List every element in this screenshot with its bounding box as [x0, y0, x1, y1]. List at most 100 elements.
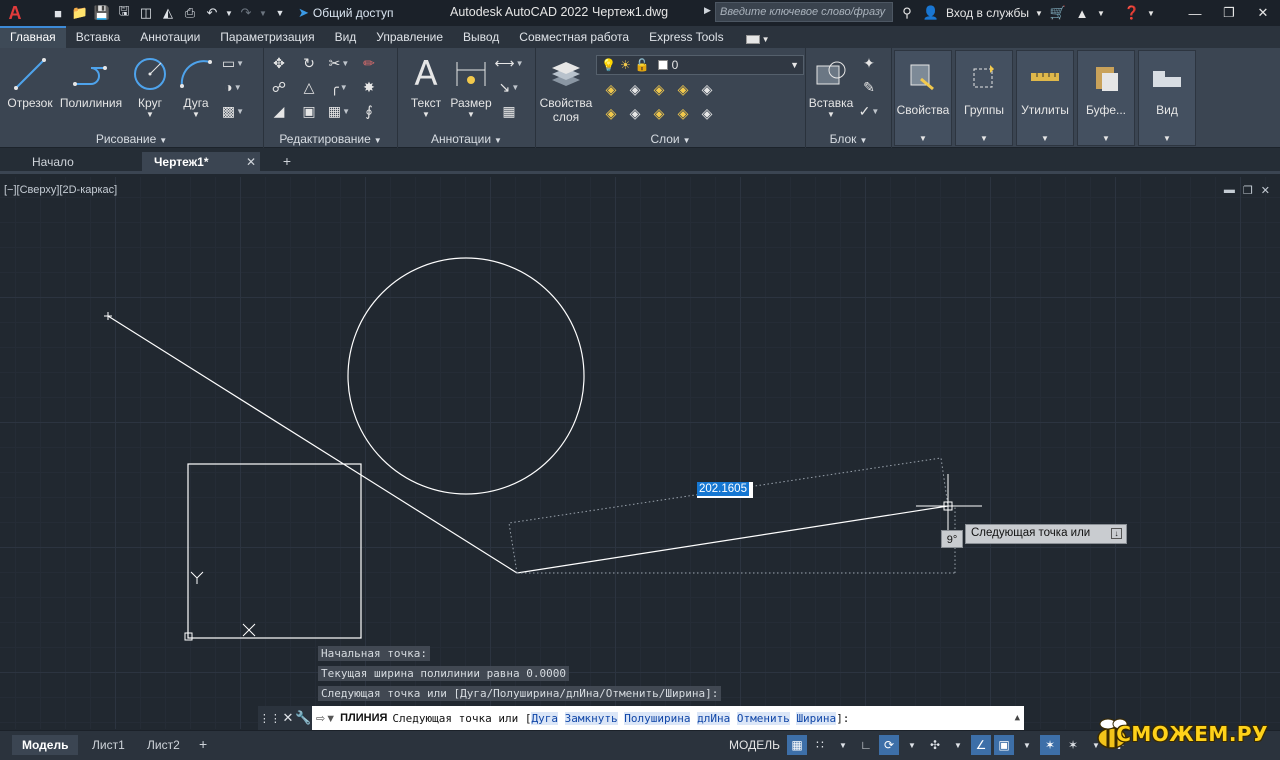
- layer-tool-5-icon[interactable]: ◈: [694, 78, 720, 100]
- draw-panel-title[interactable]: Рисование ▼: [0, 132, 263, 146]
- option-arc[interactable]: Дуга: [531, 711, 558, 725]
- layer-tool-4-icon[interactable]: ◈: [670, 78, 696, 100]
- help-icon[interactable]: ❓: [1123, 4, 1141, 22]
- layer-tool-1-icon[interactable]: ◈: [598, 78, 624, 100]
- move-icon[interactable]: ✥: [266, 52, 292, 74]
- block-panel-title[interactable]: Блок ▼: [806, 132, 891, 146]
- polar-dropdown-icon[interactable]: ▼: [902, 735, 922, 755]
- tab-start[interactable]: Начало: [20, 152, 86, 172]
- layer-dropdown[interactable]: 💡 ☀ 🔓 0 ▼: [596, 55, 804, 75]
- leader-icon[interactable]: ↘ ▼: [496, 76, 522, 98]
- model-space-toggle[interactable]: МОДЕЛЬ: [729, 738, 780, 752]
- polyline-button[interactable]: Полилиния: [58, 52, 124, 132]
- dynamic-angle-display[interactable]: 9°: [941, 530, 963, 548]
- insert-block-button[interactable]: Вставка ▼: [806, 52, 856, 132]
- open-folder-icon[interactable]: 📁: [70, 3, 90, 23]
- close-icon[interactable]: ✕: [1246, 0, 1280, 26]
- new-file-icon[interactable]: ■: [48, 3, 68, 23]
- app-logo[interactable]: A: [4, 2, 26, 24]
- edit-block-icon[interactable]: ✎: [856, 76, 882, 98]
- customize-toolbar-icon[interactable]: ▼: [270, 3, 290, 23]
- user-icon[interactable]: 👤: [922, 4, 940, 22]
- arc-dropdown-icon[interactable]: ▼: [168, 110, 224, 119]
- dynamic-length-input[interactable]: 202.1605: [697, 482, 753, 498]
- command-recent-icon[interactable]: ⇨▼: [316, 712, 336, 725]
- table-icon[interactable]: ▦: [496, 100, 522, 122]
- command-close-icon[interactable]: ✕: [282, 710, 293, 726]
- layer-tool-2-icon[interactable]: ◈: [622, 78, 648, 100]
- search-input[interactable]: Введите ключевое слово/фразу: [715, 2, 893, 22]
- dynamic-prompt-tooltip[interactable]: Следующая точка или ↓: [965, 524, 1127, 544]
- annotation-scale-icon[interactable]: ✶: [1063, 735, 1083, 755]
- tab-close-icon[interactable]: ✕: [246, 155, 256, 169]
- linear-dimension-icon[interactable]: ⟷ ▼: [495, 52, 524, 74]
- save-icon[interactable]: 💾: [92, 3, 112, 23]
- annotation-visibility-icon[interactable]: ✶: [1040, 735, 1060, 755]
- attribute-icon[interactable]: ✓ ▼: [856, 100, 882, 122]
- stretch-icon[interactable]: ◢: [266, 100, 292, 122]
- isodraft-dropdown-icon[interactable]: ▼: [948, 735, 968, 755]
- redo-icon[interactable]: ↷: [236, 3, 256, 23]
- layer-tool-9-icon[interactable]: ◈: [670, 102, 696, 124]
- print-icon[interactable]: ⎙: [180, 3, 200, 23]
- autodesk-app-icon[interactable]: ▲: [1073, 4, 1091, 22]
- layer-tool-6-icon[interactable]: ◈: [598, 102, 624, 124]
- layout-tab-model[interactable]: Модель: [12, 735, 79, 755]
- tab-insert[interactable]: Вставка: [66, 26, 131, 48]
- mirror-icon[interactable]: △: [296, 76, 322, 98]
- scale-icon[interactable]: ▣: [296, 100, 322, 122]
- hatch-icon[interactable]: ◑ ▼: [220, 76, 246, 98]
- app-dropdown-icon[interactable]: ▼: [1097, 4, 1105, 22]
- fillet-icon[interactable]: ╭ ▼: [326, 76, 352, 98]
- array-icon[interactable]: ▦ ▼: [326, 100, 352, 122]
- explode-icon[interactable]: ✸: [356, 76, 382, 98]
- tab-home[interactable]: Главная: [0, 26, 66, 48]
- layer-tool-3-icon[interactable]: ◈: [646, 78, 672, 100]
- restore-icon[interactable]: ❐: [1212, 0, 1246, 26]
- signin-label[interactable]: Вход в службы: [946, 6, 1029, 20]
- snap-dropdown-icon[interactable]: ▼: [833, 735, 853, 755]
- dimension-button[interactable]: Размер ▼: [446, 52, 496, 132]
- new-tab-icon[interactable]: +: [278, 153, 296, 169]
- layout-tab-sheet2[interactable]: Лист2: [137, 735, 190, 755]
- add-layout-icon[interactable]: +: [199, 736, 207, 752]
- tab-output[interactable]: Вывод: [453, 26, 509, 48]
- insert-dropdown-icon[interactable]: ▼: [806, 110, 856, 119]
- annotation-panel-title[interactable]: Аннотации ▼: [398, 132, 535, 146]
- layer-properties-button[interactable]: Свойства слоя: [536, 52, 596, 132]
- polar-tracking-icon[interactable]: ⟳: [879, 735, 899, 755]
- grid-display-icon[interactable]: ▦: [787, 735, 807, 755]
- clipboard-panel-button[interactable]: Буфе... ▼: [1077, 50, 1135, 146]
- rotate-icon[interactable]: ↻: [296, 52, 322, 74]
- tab-manage[interactable]: Управление: [366, 26, 453, 48]
- ribbon-display-toggle[interactable]: ▼: [740, 31, 776, 48]
- tab-express-tools[interactable]: Express Tools: [639, 26, 733, 48]
- tab-collaborate[interactable]: Совместная работа: [509, 26, 639, 48]
- tab-annotate[interactable]: Аннотации: [130, 26, 210, 48]
- minimize-icon[interactable]: —: [1178, 0, 1212, 26]
- cart-icon[interactable]: 🛒: [1049, 4, 1067, 22]
- play-arrow-icon[interactable]: ▶: [704, 5, 711, 16]
- view-panel-button[interactable]: Вид ▼: [1138, 50, 1196, 146]
- command-grip-icon[interactable]: ⋮⋮: [259, 712, 281, 725]
- option-length[interactable]: длИна: [697, 711, 731, 725]
- trim-icon[interactable]: ✂ ▼: [326, 52, 352, 74]
- ortho-icon[interactable]: ∟: [856, 735, 876, 755]
- osnap-dropdown-icon[interactable]: ▼: [1017, 735, 1037, 755]
- arc-button[interactable]: Дуга ▼: [168, 52, 224, 132]
- layer-tool-10-icon[interactable]: ◈: [694, 102, 720, 124]
- drawing-canvas[interactable]: [−][Сверху][2D-каркас] ▬ ❐ ✕ 202.1605 9°…: [0, 177, 1280, 729]
- layout-tab-sheet1[interactable]: Лист1: [82, 735, 135, 755]
- snap-mode-icon[interactable]: ∷: [810, 735, 830, 755]
- undo-icon[interactable]: ↶: [202, 3, 222, 23]
- command-history-toggle-icon[interactable]: ▲: [1015, 713, 1020, 723]
- web-save-icon[interactable]: ◭: [158, 3, 178, 23]
- tab-parametric[interactable]: Параметризация: [210, 26, 324, 48]
- tab-drawing1[interactable]: Чертеж1* ✕: [142, 152, 260, 172]
- web-open-icon[interactable]: ◫: [136, 3, 156, 23]
- copy-icon[interactable]: ☍: [266, 76, 292, 98]
- layer-tool-8-icon[interactable]: ◈: [646, 102, 672, 124]
- save-as-icon[interactable]: 🖫: [114, 3, 134, 23]
- layers-panel-title[interactable]: Слои ▼: [536, 132, 805, 146]
- share-button[interactable]: ➤ Общий доступ: [298, 5, 394, 21]
